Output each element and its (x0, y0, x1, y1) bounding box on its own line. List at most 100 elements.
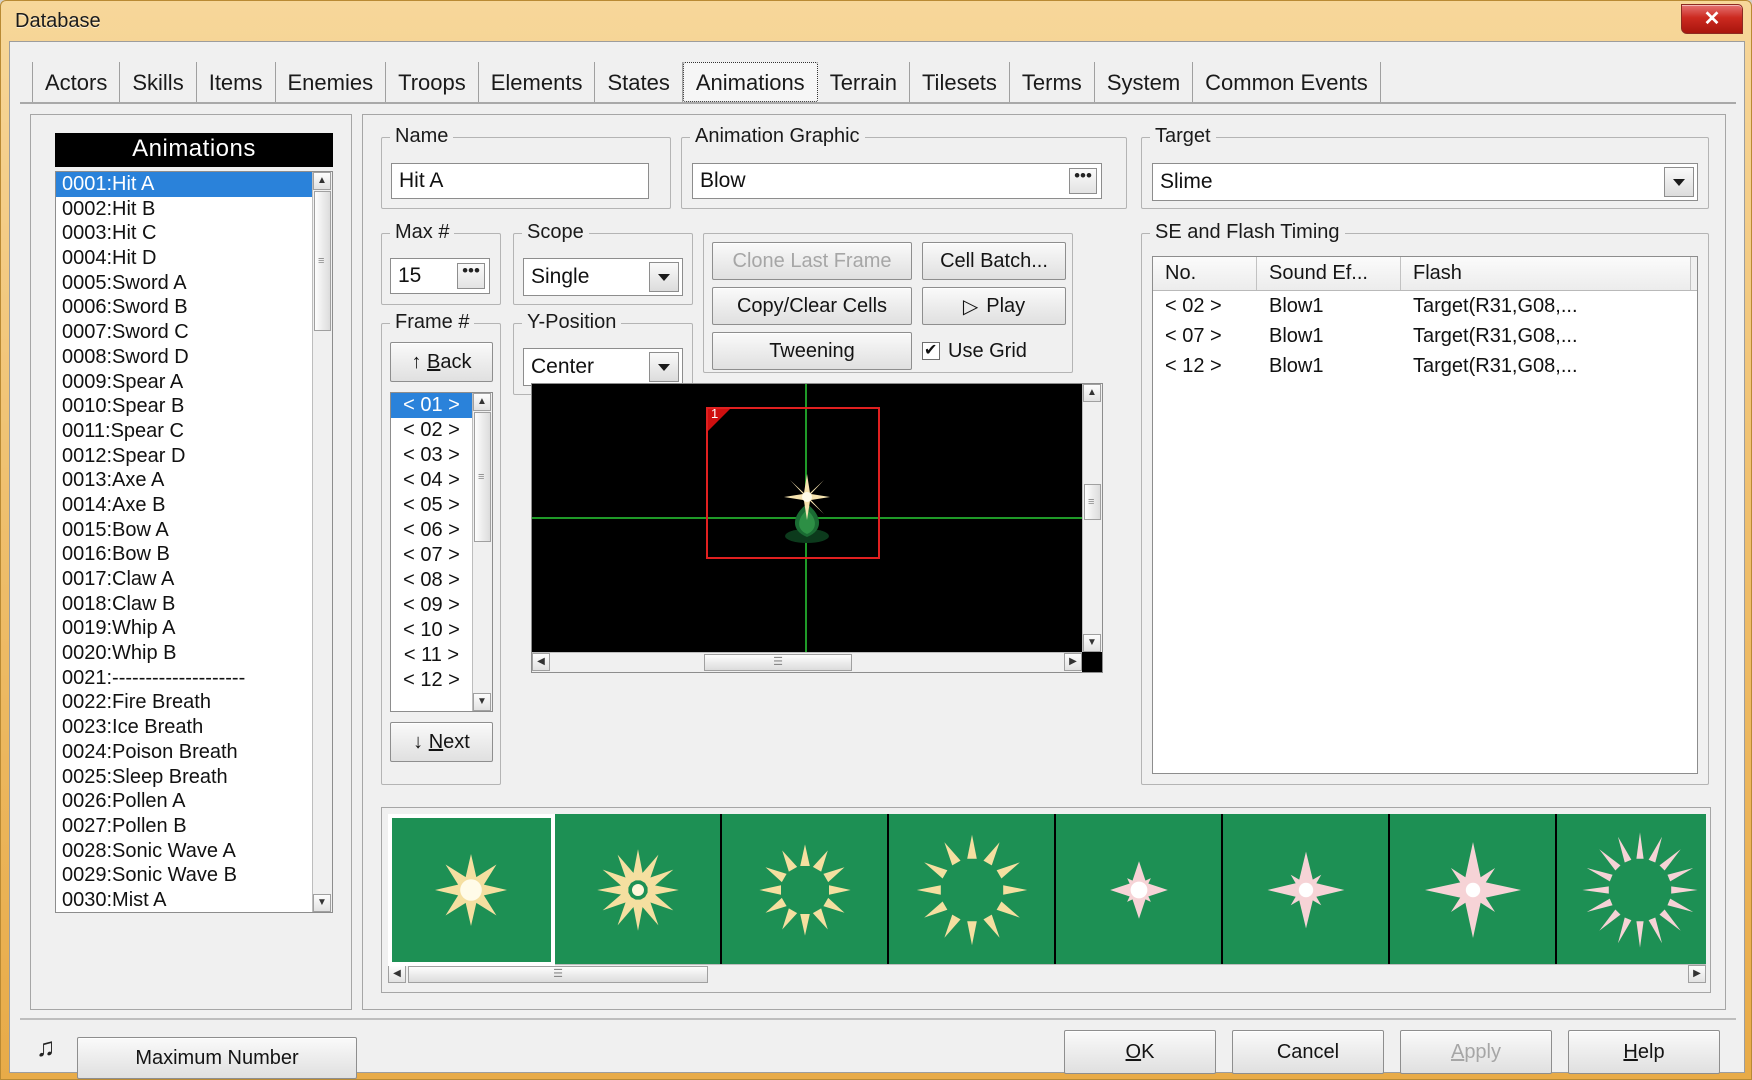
list-item[interactable]: 0008:Sword D (56, 345, 312, 370)
table-row[interactable]: < 02 >Blow1Target(R31,G08,... (1153, 291, 1697, 321)
frame-strip-cell[interactable] (1390, 814, 1557, 966)
tab-items[interactable]: Items (197, 62, 276, 102)
list-item[interactable]: 0014:Axe B (56, 493, 312, 518)
list-item[interactable]: 0020:Whip B (56, 641, 312, 666)
scroll-left-icon[interactable]: ◀ (388, 965, 406, 983)
se-column-header[interactable]: Sound Ef... (1257, 257, 1401, 290)
scroll-left-icon[interactable]: ◀ (532, 653, 550, 671)
apply-button[interactable]: Apply (1400, 1030, 1552, 1074)
tab-states[interactable]: States (595, 62, 682, 102)
preview-canvas[interactable]: 1 (532, 384, 1082, 652)
animation-preview[interactable]: 1 ▲ ▼ ◀ ☰ ▶ (531, 383, 1103, 673)
y-position-combobox[interactable]: Center (523, 348, 683, 386)
cancel-button[interactable]: Cancel (1232, 1030, 1384, 1074)
chevron-down-icon[interactable] (649, 262, 679, 292)
target-combobox[interactable]: Slime (1152, 163, 1698, 201)
se-column-header[interactable]: Flash (1401, 257, 1691, 290)
scope-combobox[interactable]: Single (523, 258, 683, 296)
frame-list-item[interactable]: < 01 > (391, 393, 472, 418)
help-button[interactable]: Help (1568, 1030, 1720, 1074)
list-item[interactable]: 0015:Bow A (56, 518, 312, 543)
cell-bounding-box[interactable]: 1 (706, 407, 880, 559)
list-item[interactable]: 0013:Axe A (56, 468, 312, 493)
clone-last-frame-button[interactable]: Clone Last Frame (712, 242, 912, 280)
frame-list-item[interactable]: < 12 > (391, 668, 472, 693)
frame-strip-cell[interactable] (1557, 814, 1706, 966)
tab-terms[interactable]: Terms (1010, 62, 1095, 102)
list-item[interactable]: 0012:Spear D (56, 444, 312, 469)
list-item[interactable]: 0005:Sword A (56, 271, 312, 296)
list-item[interactable]: 0025:Sleep Breath (56, 765, 312, 790)
frame-strip-cell[interactable] (388, 814, 555, 966)
preview-vscrollbar[interactable]: ▲ ▼ (1082, 384, 1102, 652)
tweening-button[interactable]: Tweening (712, 332, 912, 370)
table-row[interactable]: < 12 >Blow1Target(R31,G08,... (1153, 351, 1697, 381)
frame-list-item[interactable]: < 07 > (391, 543, 472, 568)
list-item[interactable]: 0030:Mist A (56, 888, 312, 913)
list-item[interactable]: 0022:Fire Breath (56, 690, 312, 715)
se-flash-timing-table[interactable]: No.Sound Ef...Flash < 02 >Blow1Target(R3… (1152, 256, 1698, 774)
animation-list[interactable]: 0001:Hit A0002:Hit B0003:Hit C0004:Hit D… (55, 171, 333, 913)
scroll-up-icon[interactable]: ▲ (1083, 384, 1101, 402)
scroll-thumb[interactable] (474, 412, 491, 542)
frame-back-button[interactable]: ↑ Back (390, 342, 493, 382)
frame-strip-cell[interactable] (722, 814, 889, 966)
frame-list-item[interactable]: < 02 > (391, 418, 472, 443)
scroll-down-icon[interactable]: ▼ (1083, 634, 1101, 652)
frame-list-item[interactable]: < 09 > (391, 593, 472, 618)
list-item[interactable]: 0018:Claw B (56, 592, 312, 617)
frame-strip-cell[interactable] (1223, 814, 1390, 966)
frame-list-item[interactable]: < 05 > (391, 493, 472, 518)
list-item[interactable]: 0024:Poison Breath (56, 740, 312, 765)
cell-batch-button[interactable]: Cell Batch... (922, 242, 1066, 280)
browse-graphic-button[interactable]: ••• (1069, 168, 1097, 194)
list-item[interactable]: 0009:Spear A (56, 370, 312, 395)
name-input[interactable]: Hit A (391, 163, 649, 199)
tab-elements[interactable]: Elements (479, 62, 596, 102)
list-item[interactable]: 0011:Spear C (56, 419, 312, 444)
frame-list-item[interactable]: < 08 > (391, 568, 472, 593)
scroll-thumb[interactable] (1084, 484, 1101, 520)
chevron-down-icon[interactable] (1664, 167, 1694, 197)
list-item[interactable]: 0003:Hit C (56, 221, 312, 246)
frame-list-item[interactable]: < 03 > (391, 443, 472, 468)
list-item[interactable]: 0016:Bow B (56, 542, 312, 567)
tab-enemies[interactable]: Enemies (276, 62, 387, 102)
list-item[interactable]: 0023:Ice Breath (56, 715, 312, 740)
frame-list-item[interactable]: < 10 > (391, 618, 472, 643)
list-item[interactable]: 0010:Spear B (56, 394, 312, 419)
max-number-input[interactable]: 15 ••• (390, 258, 490, 294)
frame-strip-cell[interactable] (1056, 814, 1223, 966)
frame-strip[interactable] (388, 814, 1706, 966)
use-grid-checkbox[interactable]: Use Grid (922, 332, 1072, 370)
frame-list-item[interactable]: < 04 > (391, 468, 472, 493)
list-item[interactable]: 0017:Claw A (56, 567, 312, 592)
animation-graphic-input[interactable]: Blow ••• (692, 163, 1102, 199)
preview-hscrollbar[interactable]: ◀ ☰ ▶ (532, 652, 1082, 672)
frame-strip-scrollbar[interactable]: ◀ ☰ ▶ (388, 964, 1706, 986)
se-column-header[interactable]: No. (1153, 257, 1257, 290)
tab-system[interactable]: System (1095, 62, 1193, 102)
list-item[interactable]: 0026:Pollen A (56, 789, 312, 814)
list-item[interactable]: 0004:Hit D (56, 246, 312, 271)
animation-list-scrollbar[interactable]: ▲ ▼ (312, 172, 332, 912)
scroll-down-icon[interactable]: ▼ (313, 894, 331, 912)
tab-skills[interactable]: Skills (120, 62, 196, 102)
tab-troops[interactable]: Troops (386, 62, 479, 102)
table-row[interactable]: < 07 >Blow1Target(R31,G08,... (1153, 321, 1697, 351)
list-item[interactable]: 0002:Hit B (56, 197, 312, 222)
chevron-down-icon[interactable] (649, 352, 679, 382)
list-item[interactable]: 0019:Whip A (56, 616, 312, 641)
scroll-up-icon[interactable]: ▲ (473, 393, 491, 411)
max-number-browse-button[interactable]: ••• (457, 263, 485, 289)
music-note-icon[interactable]: ♫ (36, 1032, 56, 1063)
tab-common-events[interactable]: Common Events (1193, 62, 1381, 102)
scroll-thumb[interactable]: ☰ (408, 966, 708, 983)
scroll-thumb[interactable] (314, 191, 331, 331)
list-item[interactable]: 0006:Sword B (56, 295, 312, 320)
frame-list-item[interactable]: < 11 > (391, 643, 472, 668)
tab-actors[interactable]: Actors (32, 62, 120, 102)
tab-animations[interactable]: Animations (683, 62, 818, 102)
list-item[interactable]: 0021:-------------------- (56, 666, 312, 691)
frame-list[interactable]: < 01 >< 02 >< 03 >< 04 >< 05 >< 06 >< 07… (390, 392, 493, 712)
